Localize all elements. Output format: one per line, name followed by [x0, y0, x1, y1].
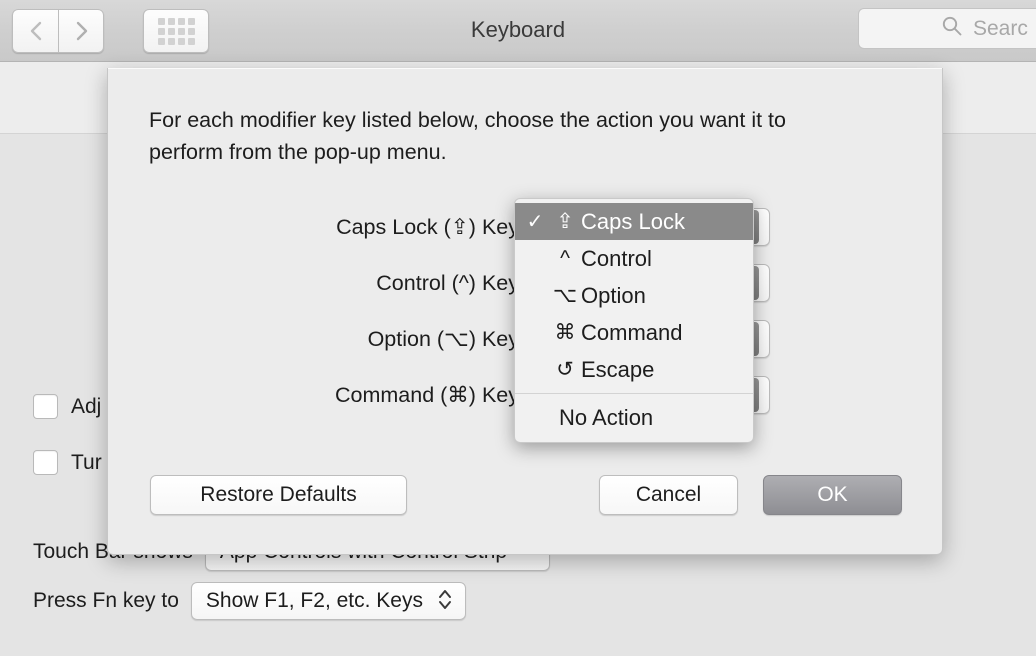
menu-item-escape[interactable]: ↺ Escape — [515, 351, 753, 388]
ok-button[interactable]: OK — [763, 475, 902, 515]
sheet-description: For each modifier key listed below, choo… — [149, 108, 786, 164]
press-fn-key-value: Show F1, F2, etc. Keys — [205, 589, 423, 612]
modifier-action-menu[interactable]: ✓ ⇪ Caps Lock ^ Control ⌥ Option ⌘ Comma… — [514, 198, 754, 443]
search-input[interactable]: Searc — [858, 8, 1036, 49]
search-placeholder: Searc — [973, 16, 1028, 40]
menu-item-label: Escape — [581, 356, 655, 382]
modifier-label: Command (⌘) Key — [335, 382, 519, 407]
menu-item-no-action[interactable]: No Action — [515, 399, 753, 436]
preferences-window: Keyboard Searc Adj Tur Touch Bar shows A — [0, 0, 1036, 656]
menu-item-caps-lock[interactable]: ✓ ⇪ Caps Lock — [515, 203, 753, 240]
cancel-button[interactable]: Cancel — [599, 475, 738, 515]
search-icon — [941, 15, 963, 42]
menu-item-label: Caps Lock — [581, 208, 685, 234]
checkbox-row-turn-backlight-off[interactable]: Tur — [33, 450, 102, 475]
press-fn-key-label: Press Fn key to — [33, 589, 179, 612]
checkbox-unchecked-icon[interactable] — [33, 394, 58, 419]
updown-stepper-icon — [437, 586, 453, 617]
checkbox-unchecked-icon[interactable] — [33, 450, 58, 475]
checkbox-label: Tur — [71, 450, 102, 474]
window-toolbar: Keyboard Searc — [0, 0, 1036, 62]
escape-symbol-icon: ↺ — [556, 358, 574, 381]
restore-defaults-button[interactable]: Restore Defaults — [150, 475, 407, 515]
menu-item-label: Command — [581, 319, 683, 345]
caps-lock-symbol-icon: ⇪ — [556, 210, 574, 233]
checkbox-label: Adj — [71, 394, 102, 418]
menu-item-control[interactable]: ^ Control — [515, 240, 753, 277]
press-fn-key-row[interactable]: Press Fn key to Show F1, F2, etc. Keys — [33, 582, 466, 620]
option-symbol-icon: ⌥ — [552, 284, 578, 307]
menu-item-label: Option — [581, 282, 646, 308]
press-fn-key-popup[interactable]: Show F1, F2, etc. Keys — [190, 582, 466, 620]
menu-item-label: Control — [581, 245, 652, 271]
menu-item-command[interactable]: ⌘ Command — [515, 314, 753, 351]
modifier-label: Caps Lock (⇪) Key — [336, 214, 519, 239]
control-symbol-icon: ^ — [560, 246, 570, 270]
checkbox-row-adjust-brightness[interactable]: Adj — [33, 394, 101, 419]
modifier-label: Option (⌥) Key — [367, 326, 519, 351]
menu-item-label: No Action — [559, 404, 654, 430]
command-symbol-icon: ⌘ — [554, 321, 576, 344]
checkmark-icon: ✓ — [526, 211, 544, 233]
menu-item-option[interactable]: ⌥ Option — [515, 277, 753, 314]
menu-separator — [515, 393, 753, 394]
modifier-label: Control (^) Key — [376, 270, 519, 295]
